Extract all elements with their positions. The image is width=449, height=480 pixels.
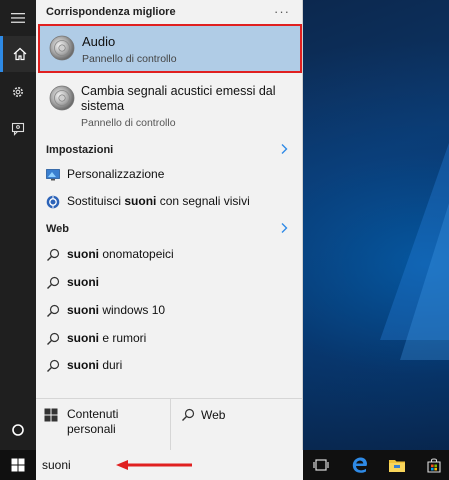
taskbar-search-box[interactable] — [36, 450, 303, 480]
result-subtitle: Pannello di controllo — [81, 117, 176, 129]
start-button[interactable] — [0, 450, 36, 480]
settings-item-label: Sostituisci suoni con segnali visivi — [67, 194, 250, 208]
search-icon — [47, 304, 60, 317]
settings-item-personalization[interactable]: Personalizzazione — [36, 164, 302, 186]
result-title: Cambia segnali acustici emessi dal siste… — [81, 84, 276, 113]
best-match-result[interactable]: Audio Pannello di controllo — [38, 24, 302, 73]
my-stuff-label: Contenuti personali — [67, 407, 119, 436]
personalization-icon — [46, 169, 60, 181]
ease-of-access-icon — [46, 195, 60, 209]
web-suggestion[interactable]: suoni e rumori — [36, 328, 302, 350]
windows-logo-icon — [11, 458, 25, 472]
speaker-icon — [49, 85, 75, 111]
search-icon — [47, 359, 60, 372]
web-heading: Web — [46, 223, 70, 235]
search-icon — [47, 276, 60, 289]
search-icon — [47, 248, 60, 261]
chevron-right-icon[interactable] — [278, 143, 290, 155]
search-results-panel: Corrispondenza migliore ··· Audio Pannel… — [36, 0, 303, 451]
settings-item-label: Personalizzazione — [67, 167, 165, 181]
settings-heading: Impostazioni — [46, 144, 114, 156]
windows-logo-icon — [44, 408, 58, 422]
store-icon[interactable] — [424, 455, 444, 475]
cortana-circle-icon[interactable] — [0, 412, 36, 448]
task-view-icon[interactable] — [311, 455, 331, 475]
settings-gear-icon[interactable] — [0, 74, 36, 110]
web-suggestion[interactable]: suoni onomatopeici — [36, 244, 302, 266]
chevron-right-icon[interactable] — [278, 222, 290, 234]
search-icon — [47, 332, 60, 345]
feedback-icon[interactable] — [0, 111, 36, 147]
best-match-title: Audio — [82, 34, 116, 49]
web-suggestion[interactable]: suoni windows 10 — [36, 300, 302, 322]
web-search-label: Web — [201, 408, 226, 422]
best-match-heading: Corrispondenza migliore — [46, 6, 176, 18]
settings-item-visual-notifications[interactable]: Sostituisci suoni con segnali visivi — [36, 191, 302, 213]
edge-icon[interactable] — [350, 455, 370, 475]
file-explorer-icon[interactable] — [387, 455, 407, 475]
web-suggestion[interactable]: suoni — [36, 272, 302, 294]
start-left-rail — [0, 0, 36, 450]
web-suggestion[interactable]: suoni duri — [36, 355, 302, 377]
best-match-subtitle: Pannello di controllo — [82, 53, 177, 65]
annotation-arrow — [116, 460, 192, 470]
web-search-button[interactable]: Web — [170, 399, 302, 451]
my-stuff-button[interactable]: Contenuti personali — [36, 399, 170, 451]
more-options-button[interactable]: ··· — [274, 4, 290, 19]
taskbar — [0, 450, 449, 480]
hamburger-menu-icon[interactable] — [0, 0, 36, 36]
search-scope-bar: Contenuti personali Web — [36, 398, 302, 451]
search-icon — [182, 408, 195, 421]
home-icon[interactable] — [0, 36, 36, 72]
speaker-icon — [49, 35, 75, 61]
